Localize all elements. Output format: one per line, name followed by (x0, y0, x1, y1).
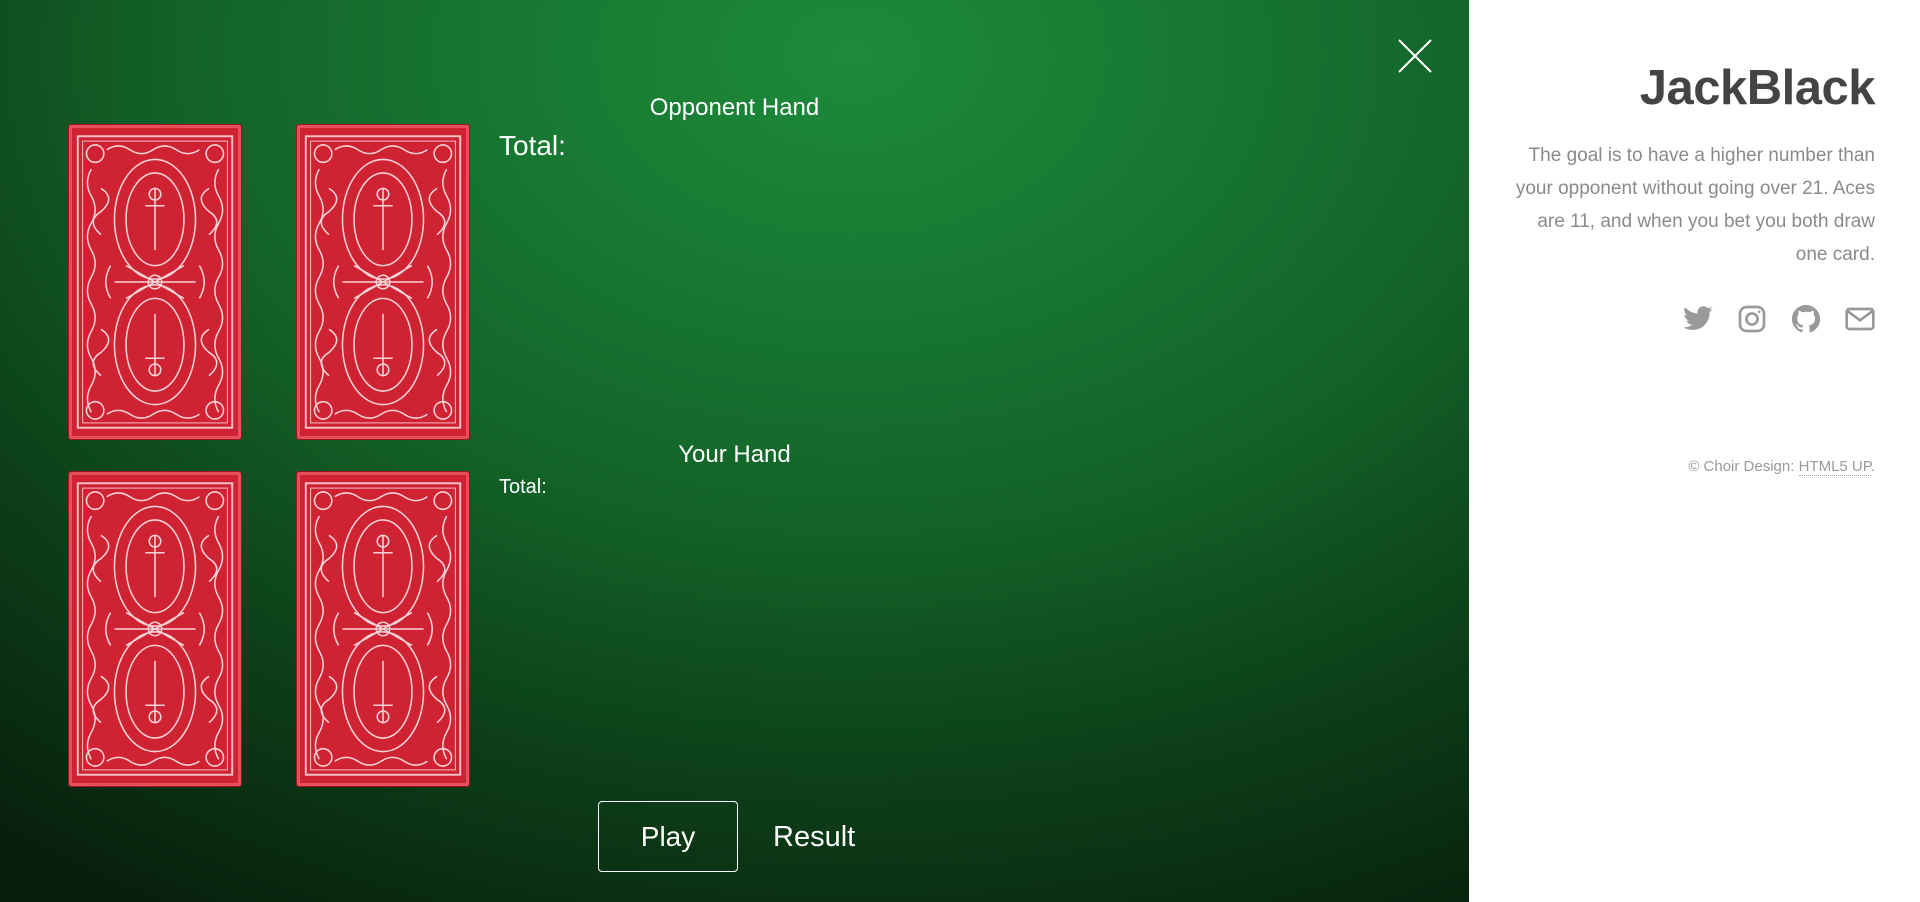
game-table: Opponent Hand Total: Your Hand Total: Pl… (0, 0, 1469, 902)
copyright-suffix: . (1870, 458, 1875, 475)
sidebar: JackBlack The goal is to have a higher n… (1469, 0, 1920, 902)
opponent-card-2 (296, 124, 470, 440)
play-button[interactable]: Play (598, 801, 738, 872)
card-back-icon (72, 128, 238, 436)
copyright-prefix: © Choir Design: (1688, 458, 1795, 475)
app-root: Opponent Hand Total: Your Hand Total: Pl… (0, 0, 1920, 902)
result-label: Result (773, 821, 856, 853)
envelope-icon[interactable] (1844, 303, 1876, 335)
opponent-card-1 (68, 124, 242, 440)
copyright: © Choir Design: HTML5 UP. (1688, 458, 1875, 476)
social-icons (1682, 303, 1876, 335)
sidebar-title: JackBlack (1639, 61, 1876, 115)
your-hand-title: Your Hand (678, 441, 791, 468)
opponent-total-label: Total: (499, 130, 566, 161)
card-back-icon (300, 128, 466, 436)
opponent-hand-title: Opponent Hand (649, 94, 820, 121)
close-icon[interactable] (1396, 37, 1434, 75)
instagram-icon[interactable] (1736, 303, 1768, 335)
html5up-link[interactable]: HTML5 UP (1798, 458, 1871, 476)
your-card-1 (68, 471, 242, 787)
twitter-icon[interactable] (1682, 303, 1714, 335)
card-back-icon (72, 475, 238, 783)
game-description: The goal is to have a higher number than… (1515, 145, 1875, 265)
your-total-label: Total: (499, 476, 547, 498)
github-icon[interactable] (1790, 303, 1822, 335)
card-back-icon (300, 475, 466, 783)
your-card-2 (296, 471, 470, 787)
